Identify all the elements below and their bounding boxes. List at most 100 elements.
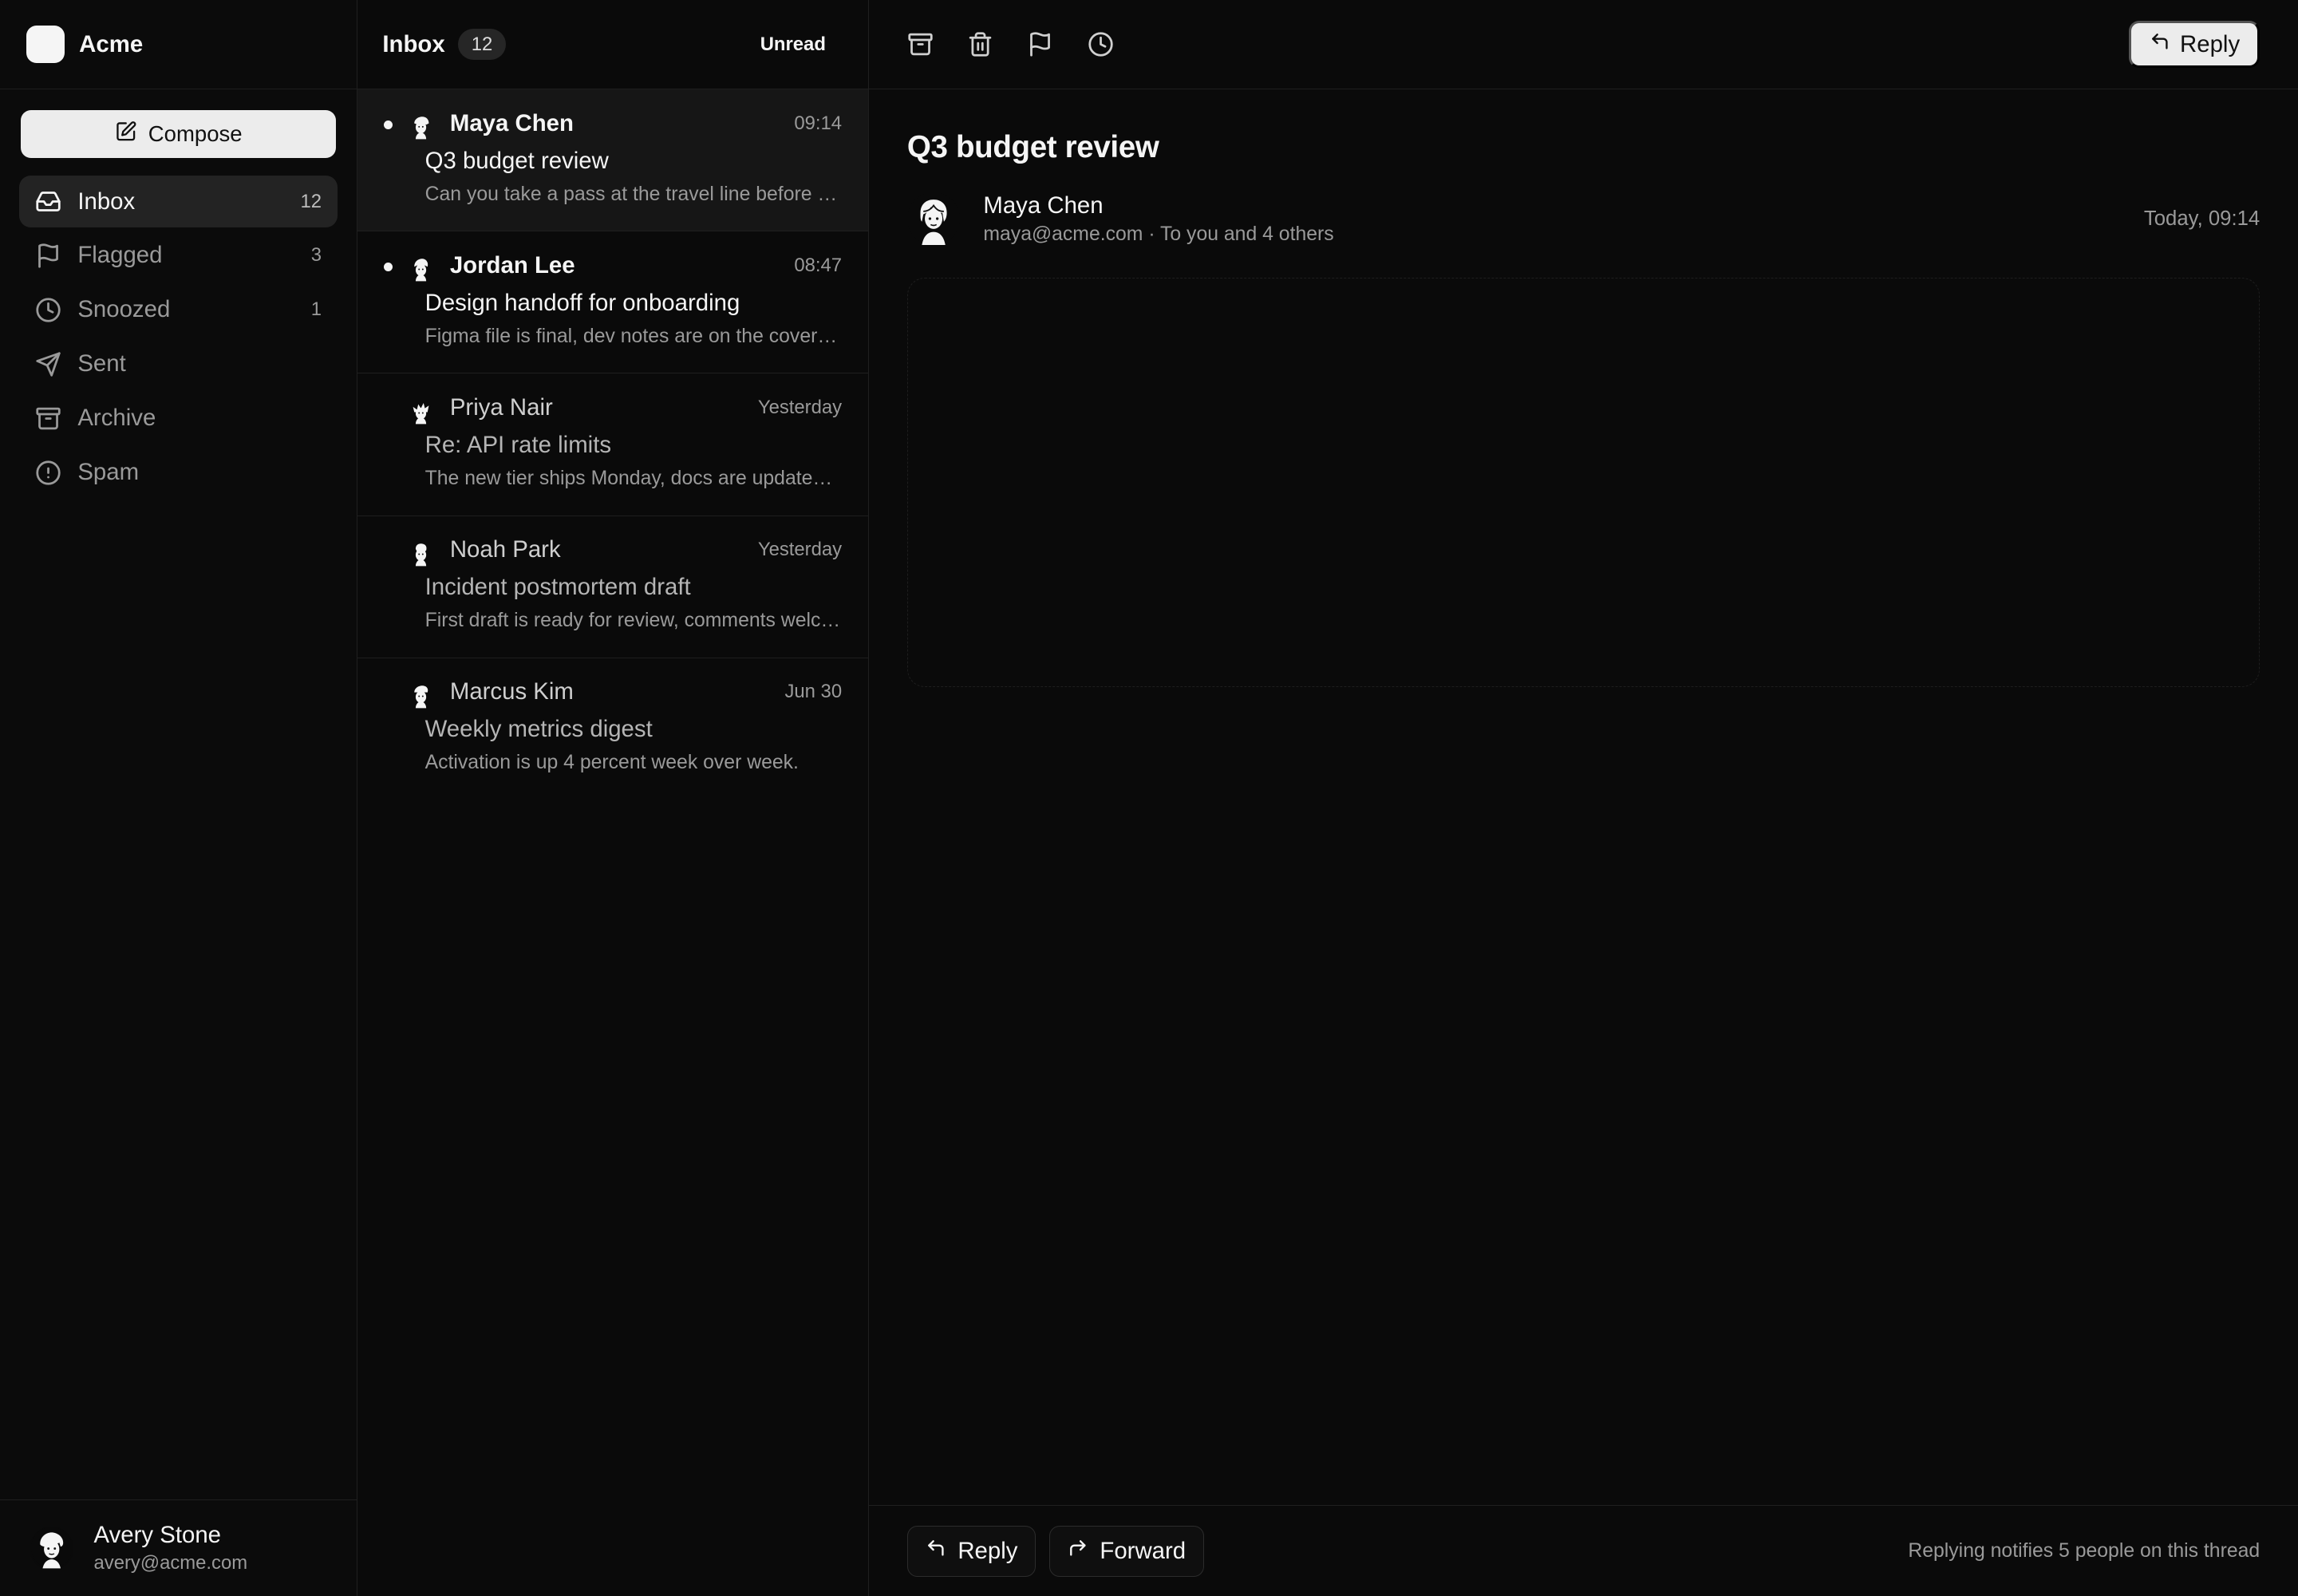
sidebar-item-label: Inbox [77, 188, 136, 215]
message-sender: Jordan Lee [449, 251, 575, 279]
message-preview: The new tier ships Monday, docs are upda… [424, 467, 842, 489]
user-email: avery@acme.com [93, 1551, 248, 1574]
message-time: Jun 30 [784, 681, 843, 703]
compose-button[interactable]: Compose [20, 109, 337, 159]
compose-label: Compose [148, 121, 243, 147]
archive-icon[interactable] [907, 31, 934, 57]
message-preview: Figma file is final, dev notes are on th… [424, 325, 843, 347]
list-item[interactable]: Maya Chen 09:14 Q3 budget review Can you… [357, 89, 869, 232]
clock-icon[interactable] [1088, 31, 1114, 57]
sidebar-item-label: Sent [77, 350, 126, 377]
forward-icon [1068, 1538, 1088, 1565]
alert-icon [35, 460, 61, 486]
brand: Acme [0, 0, 357, 90]
sidebar-item-label: Spam [77, 459, 140, 486]
reply-button[interactable]: Reply [906, 1525, 1036, 1577]
user-info: Avery Stone avery@acme.com [94, 1522, 248, 1574]
sidebar: Acme Compose Inbox 12 Flagged 3 Snoozed … [0, 0, 358, 1596]
message-time: Yesterday [757, 397, 843, 419]
message-body [906, 278, 2260, 687]
list-item[interactable]: Noah Park Yesterday Incident postmortem … [357, 516, 869, 658]
list-title: Inbox [382, 30, 445, 57]
forward-button[interactable]: Forward [1048, 1525, 1205, 1577]
message-sender: Priya Nair [449, 394, 553, 421]
forward-label: Forward [1100, 1537, 1187, 1564]
sender-recipients: maya@acme.com · To you and 4 others [983, 223, 1334, 245]
send-icon [35, 351, 61, 377]
sender-avatar-icon [408, 114, 434, 140]
message-list: Inbox 12 Unread Maya Chen 09:14 Q3 budge… [357, 0, 870, 1596]
message-preview: First draft is ready for review, comment… [424, 610, 843, 632]
thread-title: Q3 budget review [906, 130, 1159, 165]
unread-dot [384, 120, 393, 129]
mail-app: Acme Compose Inbox 12 Flagged 3 Snoozed … [0, 0, 2298, 1596]
reply-icon [2150, 31, 2170, 58]
reading-pane: Reply Q3 budget review Maya Chen maya@ac… [869, 0, 2298, 1596]
reply-label: Reply [2180, 30, 2241, 57]
sidebar-item-label: Snoozed [77, 296, 171, 323]
sender-avatar-icon [408, 541, 434, 567]
list-item[interactable]: Priya Nair Yesterday Re: API rate limits… [357, 373, 869, 516]
unread-dot [384, 262, 393, 271]
trash-icon[interactable] [967, 31, 993, 57]
unread-count-badge: 12 [458, 29, 506, 61]
message-sender: Maya Chen [449, 109, 574, 136]
message-sender: Marcus Kim [449, 678, 574, 705]
flag-icon [35, 243, 61, 269]
sidebar-item-label: Archive [77, 405, 156, 432]
brand-name: Acme [79, 30, 144, 57]
sidebar-nav: Inbox 12 Flagged 3 Snoozed 1 Sent Archiv… [0, 176, 357, 498]
message-time: Yesterday [757, 539, 843, 561]
message-list-items: Maya Chen 09:14 Q3 budget review Can you… [357, 89, 869, 800]
message-preview: Can you take a pass at the travel line b… [424, 183, 843, 205]
sidebar-item-count: 3 [310, 244, 322, 267]
user-profile[interactable]: Avery Stone avery@acme.com [0, 1499, 357, 1596]
reply-label: Reply [958, 1537, 1018, 1564]
list-item[interactable]: Jordan Lee 08:47 Design handoff for onbo… [357, 231, 869, 374]
list-header: Inbox 12 Unread [357, 0, 869, 90]
reply-icon [926, 1538, 946, 1565]
archive-icon [35, 405, 61, 432]
user-name: Avery Stone [93, 1522, 221, 1549]
brand-logo-icon [26, 25, 65, 64]
sidebar-item-label: Flagged [77, 242, 163, 269]
sidebar-item-archive[interactable]: Archive [19, 393, 338, 444]
sidebar-item-count: 1 [310, 298, 322, 321]
user-avatar-icon [30, 1527, 72, 1569]
clock-icon [35, 297, 61, 323]
message-subject: Design handoff for onboarding [424, 289, 740, 316]
avatar [29, 1526, 73, 1570]
sender-avatar-icon [408, 256, 434, 282]
message-subject: Re: API rate limits [424, 431, 612, 458]
sidebar-item-count: 12 [300, 190, 322, 212]
sender-name: Maya Chen [983, 192, 1104, 219]
message-preview: Activation is up 4 percent week over wee… [424, 752, 799, 774]
flag-icon[interactable] [1027, 31, 1053, 57]
message-sender: Noah Park [449, 536, 561, 563]
reply-footer: Reply Forward Replying notifies 5 people… [869, 1505, 2298, 1596]
sidebar-item-sent[interactable]: Sent [19, 338, 338, 389]
inbox-icon [35, 188, 61, 215]
toolbar-reply-button[interactable]: Reply [2129, 21, 2260, 68]
message-time: 08:47 [794, 254, 843, 276]
unread-filter-toggle[interactable]: Unread [760, 34, 843, 56]
list-item[interactable]: Marcus Kim Jun 30 Weekly metrics digest … [357, 658, 868, 800]
sender-avatar-icon [408, 683, 434, 709]
message-subject: Weekly metrics digest [424, 716, 653, 743]
reply-notice: Replying notifies 5 people on this threa… [1908, 1539, 2260, 1562]
message-time: 09:14 [794, 112, 843, 134]
message-toolbar: Reply [869, 0, 2298, 90]
sidebar-item-inbox[interactable]: Inbox 12 [18, 176, 338, 227]
message-subject: Incident postmortem draft [424, 574, 691, 601]
sender-avatar-icon [408, 399, 434, 425]
sender-info: Maya Chen maya@acme.com · To you and 4 o… [983, 192, 1333, 247]
thread-view: Q3 budget review Maya Chen maya@acme.com… [869, 89, 2298, 1505]
message-subject: Q3 budget review [424, 147, 609, 174]
sidebar-item-snoozed[interactable]: Snoozed 1 [19, 284, 338, 335]
pencil-icon [115, 120, 137, 148]
sidebar-item-spam[interactable]: Spam [19, 447, 338, 498]
sidebar-item-flagged[interactable]: Flagged 3 [19, 230, 338, 281]
sender-row: Maya Chen maya@acme.com · To you and 4 o… [906, 192, 2260, 247]
sender-avatar-icon [906, 192, 960, 246]
